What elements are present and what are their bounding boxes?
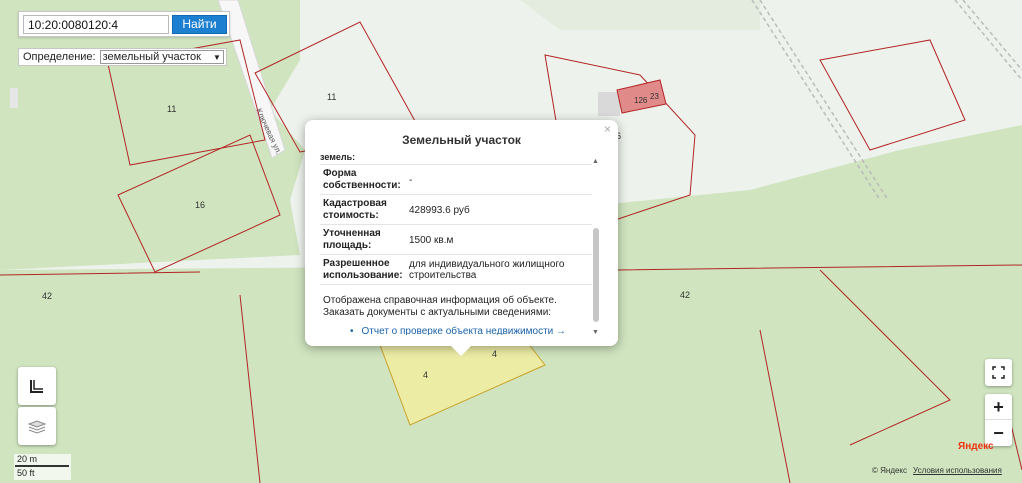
parcel-label: 4 <box>492 349 498 359</box>
popup-row-partial: земель: <box>320 153 592 165</box>
row-key: Форма собственности: <box>323 168 401 191</box>
info-note: Отображена справочная информация об объе… <box>323 295 557 318</box>
fullscreen-icon <box>992 366 1005 379</box>
layers-button[interactable] <box>18 407 56 445</box>
scale-imperial: 50 ft <box>17 468 35 478</box>
parcel-label: 126 <box>634 96 648 105</box>
building-left <box>10 88 18 108</box>
close-icon[interactable]: × <box>604 122 611 136</box>
parcel-label: 42 <box>42 291 53 301</box>
define-label: Определение: <box>23 51 96 63</box>
ruler-button[interactable] <box>18 367 56 405</box>
zoom-in-button[interactable]: + <box>985 394 1012 420</box>
row-key: Разрешенное использование: <box>323 258 403 281</box>
parcel-label: 42 <box>680 290 691 300</box>
popup-title: Земельный участок <box>402 133 521 147</box>
yandex-logo[interactable]: Яндекс <box>958 441 994 452</box>
building <box>598 92 620 116</box>
terms-link[interactable]: Условия использования <box>913 466 1002 475</box>
parcel-label: 16 <box>195 200 206 210</box>
scale-metric: 20 m <box>17 454 38 464</box>
parcel-label: 4 <box>423 370 429 380</box>
scroll-down-icon[interactable]: ▼ <box>592 329 599 336</box>
fullscreen-button[interactable] <box>985 359 1012 386</box>
copyright: © Яндекс <box>872 466 908 475</box>
row-value: 1500 кв.м <box>409 234 454 246</box>
popup-body[interactable]: земель: Форма собственности: - Кадастров… <box>320 153 592 335</box>
row-value: - <box>409 174 413 186</box>
search-panel: Найти <box>18 11 230 37</box>
row-value: 428993.6 руб <box>409 204 470 216</box>
popup-row: Форма собственности: - <box>320 165 592 195</box>
define-selected-value: земельный участок <box>102 51 201 63</box>
scroll-thumb[interactable] <box>593 228 599 322</box>
popup-row: Уточненная площадь: 1500 кв.м <box>320 225 592 255</box>
parcel-label: 23 <box>650 92 659 101</box>
scale-bar: 20 m 50 ft <box>14 454 71 480</box>
row-value: для индивидуального жилищного строительс… <box>409 259 565 281</box>
popup-row: Кадастровая стоимость: 428993.6 руб <box>320 195 592 225</box>
scale-line <box>15 465 69 467</box>
layers-icon <box>27 420 47 434</box>
cadastral-search-input[interactable] <box>23 15 169 34</box>
define-panel: Определение: земельный участок ▼ <box>18 48 227 66</box>
define-select[interactable]: земельный участок ▼ <box>99 50 224 64</box>
popup-scrollbar[interactable]: ▲ ▼ <box>592 158 600 336</box>
parcel-label: 11 <box>167 104 177 114</box>
zoom-control: + − <box>985 394 1012 446</box>
popup-row: Разрешенное использование: для индивидуа… <box>320 255 592 285</box>
green-area-left <box>0 0 305 270</box>
row-key: Кадастровая стоимость: <box>323 198 387 221</box>
report-link[interactable]: Отчет о проверке объекта недвижимости → <box>320 326 592 335</box>
scroll-up-icon[interactable]: ▲ <box>592 158 599 165</box>
parcel-label: 11 <box>327 92 337 102</box>
chevron-down-icon: ▼ <box>213 52 221 62</box>
attribution: © Яндекс Условия использования <box>872 466 1002 475</box>
ruler-icon <box>30 380 43 393</box>
find-button[interactable]: Найти <box>172 15 227 34</box>
parcel-info-popup: Земельный участок × земель: Форма собств… <box>305 120 618 356</box>
row-key: Уточненная площадь: <box>323 228 381 251</box>
